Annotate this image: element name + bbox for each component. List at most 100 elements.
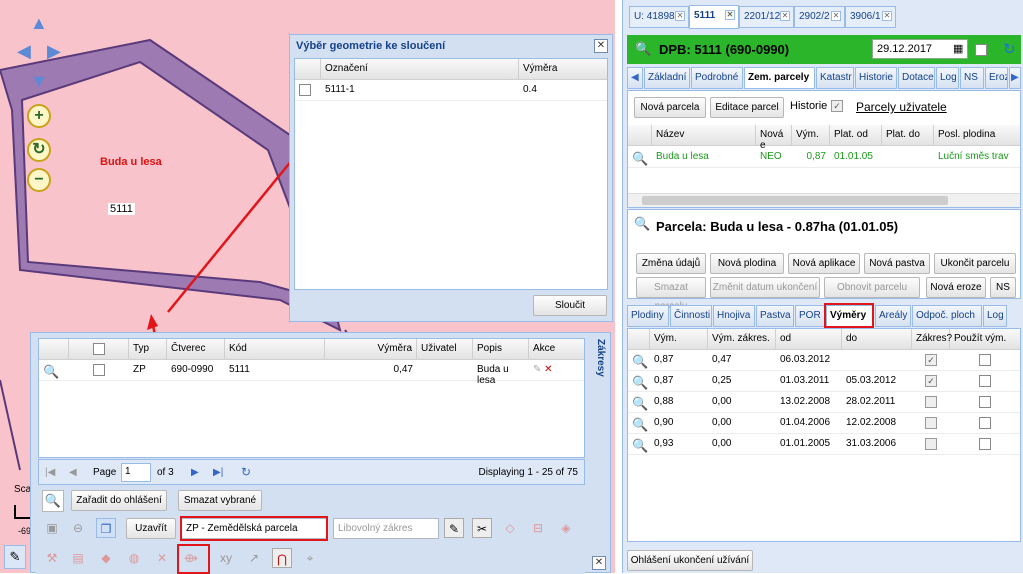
col-typ[interactable]: Typ bbox=[129, 339, 167, 359]
col-vymera[interactable]: Výměra bbox=[325, 339, 417, 359]
new-application-button[interactable]: Nová aplikace bbox=[788, 253, 860, 274]
col-uzivatel[interactable]: Uživatel bbox=[417, 339, 473, 359]
use-area-checkbox[interactable] bbox=[979, 354, 991, 366]
col-od[interactable]: od bbox=[776, 329, 842, 349]
table-row[interactable]: 🔍 0,87 0,47 06.03.2012 ✓ bbox=[628, 350, 1020, 371]
edit-parcels-button[interactable]: Editace parcel bbox=[710, 97, 784, 118]
history-checkbox[interactable]: ✓ bbox=[831, 100, 843, 112]
search-icon[interactable]: 🔍 bbox=[632, 396, 648, 411]
xy-icon[interactable]: xy bbox=[216, 548, 236, 568]
close-button[interactable]: Uzavřít bbox=[126, 518, 176, 539]
calendar-icon[interactable]: ▦ bbox=[953, 42, 963, 55]
tab-5111[interactable]: 5111 ✕ bbox=[689, 5, 739, 29]
tab-dotace[interactable]: Dotace bbox=[898, 67, 935, 89]
search-icon[interactable]: 🔍 bbox=[635, 41, 651, 57]
tab-historie[interactable]: Historie bbox=[855, 67, 897, 89]
edit-tool-icon[interactable]: ✎ bbox=[4, 545, 26, 569]
magnet-icon[interactable]: ⋂ bbox=[272, 548, 292, 568]
tab-ns[interactable]: NS bbox=[960, 67, 984, 89]
end-parcel-button[interactable]: Ukončit parcelu bbox=[934, 253, 1016, 274]
erase-icon[interactable]: ◈ bbox=[556, 518, 576, 538]
col-do[interactable]: do bbox=[842, 329, 912, 349]
scroll-right-icon[interactable]: ▶ bbox=[1009, 67, 1021, 89]
close-icon[interactable]: ✕ bbox=[594, 39, 608, 53]
search-icon[interactable]: 🔍 bbox=[632, 151, 648, 166]
zoom-out-icon[interactable]: − bbox=[27, 168, 51, 192]
tab-user[interactable]: U: 41898 ✕ bbox=[629, 6, 689, 28]
close-icon[interactable]: ✕ bbox=[725, 10, 735, 20]
row-checkbox[interactable] bbox=[93, 364, 105, 376]
close-icon[interactable]: ✕ bbox=[592, 556, 606, 570]
tool-2-icon[interactable]: ▤ bbox=[68, 548, 88, 568]
col-zakres[interactable]: Zákres? bbox=[912, 329, 952, 349]
report-end-of-use-button[interactable]: Ohlášení ukončení užívání bbox=[627, 550, 753, 571]
edit-icon[interactable]: ✎ bbox=[533, 364, 541, 375]
polygon-icon[interactable]: ◇ bbox=[500, 518, 520, 538]
draw-icon[interactable]: ✎ bbox=[444, 518, 464, 538]
add-to-report-button[interactable]: Zařadit do ohlášení bbox=[71, 490, 167, 511]
col-ctverec[interactable]: Čtverec bbox=[167, 339, 225, 359]
tab-pastva[interactable]: Pastva bbox=[756, 305, 794, 327]
use-area-checkbox[interactable] bbox=[979, 417, 991, 429]
pan-up-icon[interactable]: ▲ bbox=[30, 14, 48, 32]
table-row[interactable]: 5111-1 0.4 bbox=[295, 80, 607, 101]
tab-2902-2[interactable]: 2902/2 ✕ bbox=[794, 6, 845, 28]
col-vym-zakres[interactable]: Vým. zákres. bbox=[708, 329, 776, 349]
search-icon[interactable]: 🔍 bbox=[42, 490, 64, 512]
select-all-checkbox[interactable] bbox=[92, 343, 105, 355]
tab-katastr[interactable]: Katastr bbox=[816, 67, 854, 89]
row-checkbox[interactable] bbox=[299, 84, 311, 96]
tab-zakladni[interactable]: Základní bbox=[644, 67, 690, 89]
tab-odpoc-ploch[interactable]: Odpoč. ploch bbox=[912, 305, 982, 327]
change-end-date-button[interactable]: Změnit datum ukončení bbox=[710, 277, 820, 298]
new-crop-button[interactable]: Nová plodina bbox=[710, 253, 784, 274]
tab-2201-12[interactable]: 2201/12 ✕ bbox=[739, 6, 794, 28]
col-plat-od[interactable]: Plat. od bbox=[830, 125, 882, 145]
table-row[interactable]: 🔍 ZP 690-0990 5111 0,47 Buda u lesa ✎ ✕ bbox=[39, 360, 584, 386]
scrollbar-thumb[interactable] bbox=[642, 196, 948, 205]
restore-parcel-button[interactable]: Obnovit parcelu bbox=[824, 277, 920, 298]
col-oznaceni[interactable]: Označení bbox=[321, 59, 519, 79]
col-nova[interactable]: Nová e bbox=[756, 125, 792, 151]
col-vym[interactable]: Vým. bbox=[650, 329, 708, 349]
col-vymera[interactable]: Výměra bbox=[519, 59, 607, 79]
horizontal-scrollbar[interactable] bbox=[628, 193, 1020, 207]
tool-3-icon[interactable]: ◆ bbox=[96, 548, 116, 568]
col-akce[interactable]: Akce bbox=[529, 339, 565, 359]
windows-icon[interactable]: ❐ bbox=[96, 518, 116, 538]
table-row[interactable]: 🔍 0,88 0,00 13.02.2008 28.02.2011 bbox=[628, 392, 1020, 413]
pan-left-icon[interactable]: ◀ bbox=[17, 42, 31, 60]
drawing-select[interactable]: Libovolný zákres bbox=[333, 518, 439, 539]
search-icon[interactable]: 🔍 bbox=[634, 216, 650, 232]
search-icon[interactable]: 🔍 bbox=[632, 375, 648, 390]
table-row[interactable]: 🔍 0,87 0,25 01.03.2011 05.03.2012 ✓ bbox=[628, 371, 1020, 392]
tab-eroze[interactable]: Eroz bbox=[985, 67, 1008, 89]
delete-parcel-button[interactable]: Smazat parcelu bbox=[636, 277, 706, 312]
tab-log[interactable]: Log bbox=[936, 67, 959, 89]
table-row[interactable]: 🔍 Buda u lesa NEO 0,87 01.01.05 Luční sm… bbox=[628, 147, 1020, 168]
col-vym[interactable]: Vým. bbox=[792, 125, 830, 145]
col-posl-plodina[interactable]: Posl. plodina bbox=[934, 125, 1020, 145]
zoom-in-icon[interactable]: + bbox=[27, 104, 51, 128]
tab-podrobne[interactable]: Podrobné bbox=[691, 67, 743, 89]
tab-cinnosti[interactable]: Činnosti bbox=[670, 305, 712, 327]
zoom-extent-icon[interactable]: ↻ bbox=[27, 138, 51, 162]
save-icon[interactable]: ▣ bbox=[42, 518, 62, 538]
close-icon[interactable]: ✕ bbox=[675, 11, 685, 21]
use-area-checkbox[interactable] bbox=[979, 438, 991, 450]
tab-zem-parcely[interactable]: Zem. parcely bbox=[744, 67, 815, 89]
next-page-icon[interactable]: ▶ bbox=[191, 467, 199, 478]
date-checkbox[interactable] bbox=[975, 44, 987, 56]
col-pouzit-vym[interactable]: Použít vým. bbox=[950, 329, 1020, 349]
use-area-checkbox[interactable] bbox=[979, 396, 991, 408]
split-icon[interactable]: ⊟ bbox=[528, 518, 548, 538]
refresh-icon[interactable]: ↻ bbox=[241, 465, 251, 479]
close-icon[interactable]: ✕ bbox=[831, 11, 841, 21]
refresh-icon[interactable]: ↻ bbox=[1003, 40, 1016, 58]
page-input[interactable]: 1 bbox=[121, 463, 151, 482]
tab-3906-1[interactable]: 3906/1 ✕ bbox=[845, 6, 896, 28]
prev-page-icon[interactable]: ◀ bbox=[69, 467, 77, 478]
tab-arealy[interactable]: Areály bbox=[875, 305, 911, 327]
col-nazev[interactable]: Název bbox=[652, 125, 756, 145]
tab-log[interactable]: Log bbox=[983, 305, 1007, 327]
